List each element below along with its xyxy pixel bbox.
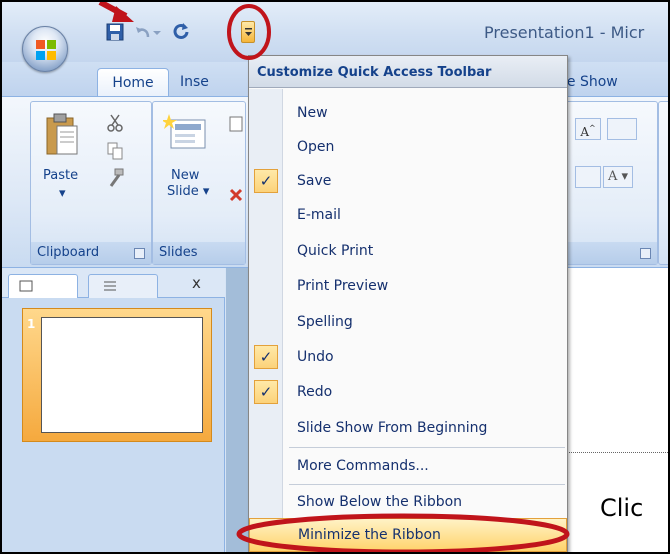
menu-item-undo[interactable]: ✓ Undo [249,340,567,374]
paste-button[interactable]: Paste [43,168,78,184]
window-title: Presentation1 - Micr [484,23,645,42]
font-size-box[interactable] [575,166,601,188]
slides-group: New Slide ▾ Slides [152,101,246,265]
menu-item-new[interactable]: New [249,96,567,130]
menu-item-slide-show-from-beginning[interactable]: Slide Show From Beginning [249,411,567,445]
tab-outline[interactable] [88,274,158,298]
customize-qat-menu: Customize Quick Access Toolbar New Open … [248,55,568,552]
menu-item-spelling[interactable]: Spelling [249,305,567,339]
menu-item-label: New [297,105,328,121]
menu-item-label: Open [297,139,335,155]
tab-insert[interactable]: Inse [180,68,240,96]
paragraph-group [658,101,668,265]
undo-icon[interactable] [134,22,152,42]
menu-item-label: Minimize the Ribbon [298,527,441,543]
checkmark-icon: ✓ [254,380,278,404]
chevron-down-icon [245,28,252,36]
slides-tab-icon [19,280,33,292]
clipboard-group: Paste ▾ Clipboard [30,101,152,265]
checkmark-icon: ✓ [254,169,278,193]
menu-item-label: E-mail [297,207,341,223]
layout-icon[interactable] [229,116,243,132]
office-button[interactable] [22,26,68,72]
menu-item-print-preview[interactable]: Print Preview [249,269,567,303]
cut-icon[interactable] [107,114,123,132]
placeholder-text[interactable]: Clic [600,494,643,522]
font-color-icon[interactable]: A ▾ [603,166,633,188]
menu-item-label: Redo [297,384,333,400]
new-slide-label[interactable]: New [171,168,199,184]
dialog-launcher-icon[interactable] [640,248,651,259]
menu-item-redo[interactable]: ✓ Redo [249,375,567,409]
menu-item-save[interactable]: ✓ Save [249,164,567,198]
outline-tab-icon [104,281,116,291]
redo-icon[interactable] [172,22,190,42]
dialog-launcher-icon[interactable] [134,248,145,259]
menu-item-show-below-ribbon[interactable]: Show Below the Ribbon [249,485,567,519]
format-painter-icon[interactable] [107,168,125,188]
title-placeholder-border [556,452,668,453]
clipboard-group-label: Clipboard [31,242,151,264]
menu-header: Customize Quick Access Toolbar [249,56,567,88]
menu-item-more-commands[interactable]: More Commands... [249,449,567,483]
slide-number: 1 [27,317,36,331]
undo-dropdown-icon[interactable] [152,22,162,42]
menu-separator [289,447,565,448]
slide-canvas[interactable]: Clic [556,268,668,552]
grow-font-icon[interactable]: A^ [575,118,601,140]
menu-item-label: Slide Show From Beginning [297,420,488,436]
menu-item-label: Undo [297,349,334,365]
menu-item-label: Show Below the Ribbon [297,494,463,510]
slide-thumbnail-panel: x 1 [2,268,225,552]
new-slide-icon[interactable] [163,112,207,156]
slides-group-label: Slides [153,242,245,264]
paste-icon[interactable] [45,112,79,158]
slide-thumbnail-selected[interactable]: 1 [22,308,212,442]
tab-slides[interactable] [8,274,78,298]
checkmark-icon: ✓ [254,345,278,369]
font-group-label [563,242,657,264]
slide-thumbnail[interactable] [41,317,203,433]
new-slide-dropdown[interactable]: Slide ▾ [167,184,209,200]
copy-icon[interactable] [107,142,123,160]
font-group: A^ A ▾ [562,101,658,265]
tab-slide-show[interactable]: de Show [558,68,638,96]
clear-formatting-icon[interactable] [607,118,637,140]
tab-home[interactable]: Home [97,68,169,96]
save-icon[interactable] [106,22,124,42]
menu-item-minimize-ribbon[interactable]: Minimize the Ribbon [249,518,567,552]
menu-item-open[interactable]: Open [249,130,567,164]
customize-qat-button[interactable] [241,21,255,43]
close-panel-icon[interactable]: x [192,274,201,292]
menu-item-label: Print Preview [297,278,389,294]
office-logo-icon [36,40,56,60]
menu-item-label: Spelling [297,314,353,330]
menu-item-label: More Commands... [297,458,429,474]
delete-slide-icon[interactable] [229,188,243,202]
menu-item-label: Save [297,173,332,189]
menu-item-email[interactable]: E-mail [249,198,567,232]
title-bar: Presentation1 - Micr [2,2,668,72]
menu-item-quick-print[interactable]: Quick Print [249,234,567,268]
powerpoint-window: Presentation1 - Micr Home Inse de Show P… [0,0,670,554]
panel-tabs: x [2,268,225,298]
paste-dropdown-icon[interactable]: ▾ [59,186,66,202]
menu-item-label: Quick Print [297,243,374,259]
